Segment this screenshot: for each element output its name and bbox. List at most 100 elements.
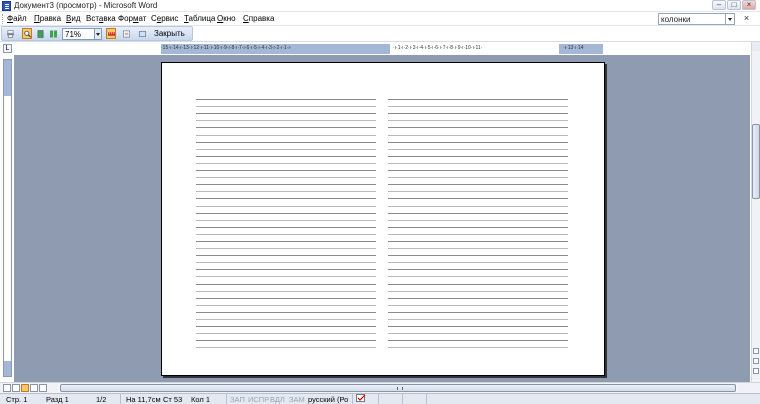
document-workspace[interactable] [14, 55, 750, 382]
menu-format[interactable]: Формат [118, 14, 146, 23]
zoom-value: 71% [65, 30, 82, 39]
document-line [388, 285, 568, 292]
full-screen-icon[interactable] [137, 28, 147, 39]
outline-view-icon[interactable] [30, 384, 38, 392]
print-icon[interactable] [5, 28, 15, 39]
document-line [196, 114, 376, 122]
horizontal-ruler-area: L ·15·ı·14·ı·13·ı·12·ı·11·ı·10·ı·9·ı·8·ı… [0, 42, 752, 55]
document-line [388, 306, 568, 313]
one-page-icon[interactable] [35, 28, 45, 39]
document-line [196, 292, 376, 299]
document-line [196, 277, 376, 285]
spelling-status-icon[interactable] [356, 394, 367, 404]
web-layout-icon[interactable] [12, 384, 20, 392]
help-search-input[interactable]: колонки [658, 13, 726, 25]
document-line [388, 128, 568, 136]
document-line [388, 114, 568, 122]
document-page[interactable] [161, 62, 605, 376]
status-track-changes[interactable]: ИСПР [248, 395, 269, 404]
view-ruler-icon[interactable] [106, 28, 116, 39]
title-bar: Документ3 (просмотр) - Microsoft Word – … [0, 0, 760, 12]
document-line [196, 93, 376, 101]
status-overtype[interactable]: ЗАМ [289, 395, 305, 404]
reading-layout-icon[interactable] [39, 384, 47, 392]
menu-grip[interactable] [2, 14, 5, 24]
help-search-dropdown-icon[interactable] [726, 13, 735, 25]
vertical-scrollbar[interactable] [751, 42, 760, 382]
print-layout-icon[interactable] [21, 384, 29, 392]
document-line [388, 228, 568, 235]
status-separator [402, 394, 403, 404]
document-line [388, 277, 568, 285]
status-page: Стр. 1 [6, 395, 28, 404]
word-app-icon[interactable] [2, 1, 11, 11]
document-line [196, 313, 376, 320]
previous-page-icon[interactable] [753, 348, 759, 354]
document-line [388, 178, 568, 186]
normal-view-icon[interactable] [3, 384, 11, 392]
horizontal-ruler[interactable]: ·15·ı·14·ı·13·ı·12·ı·11·ı·10·ı·9·ı·8·ı·7… [161, 44, 603, 54]
document-line [388, 221, 568, 228]
document-line [388, 327, 568, 335]
document-line [196, 228, 376, 235]
menu-bar: Файл Правка Вид Вставка Формат Сервис Та… [0, 12, 760, 26]
zoom-select[interactable]: 71% [62, 28, 102, 40]
menu-table[interactable]: Таблица [184, 14, 215, 23]
tab-selector-icon[interactable]: L [3, 44, 12, 53]
document-line [196, 285, 376, 292]
document-line [388, 299, 568, 306]
document-line [196, 214, 376, 221]
status-line: Ст 53 [163, 395, 183, 404]
document-line [196, 235, 376, 242]
document-line [196, 136, 376, 143]
maximize-button[interactable]: □ [727, 0, 741, 10]
menu-window[interactable]: Окно [217, 14, 236, 23]
document-line [388, 263, 568, 271]
menu-file[interactable]: Файл [7, 14, 27, 23]
status-language[interactable]: русский (Ро [308, 395, 348, 404]
close-preview-button[interactable]: Закрыть [152, 28, 187, 40]
status-separator [120, 394, 121, 404]
close-window-button[interactable]: × [742, 0, 756, 10]
status-separator [226, 394, 227, 404]
menu-help[interactable]: Справка [243, 14, 274, 23]
document-line [196, 157, 376, 164]
document-line [196, 171, 376, 179]
scroll-up-icon[interactable] [752, 42, 760, 51]
status-extend[interactable]: ВДЛ [270, 395, 285, 404]
document-line [388, 320, 568, 328]
document-line [388, 341, 568, 349]
menu-tools[interactable]: Сервис [151, 14, 178, 23]
multiple-pages-icon[interactable] [48, 28, 58, 39]
select-browse-object-icon[interactable] [753, 358, 759, 364]
menu-edit[interactable]: Правка [34, 14, 61, 23]
document-line [388, 199, 568, 207]
menu-insert[interactable]: Вставка [86, 14, 116, 23]
ruler-left-numbers: ·15·ı·14·ı·13·ı·12·ı·11·ı·10·ı·9·ı·8·ı·7… [161, 45, 292, 51]
menu-view[interactable]: Вид [66, 14, 80, 23]
document-line [388, 185, 568, 193]
ruler-right-numbers: ·ı·1·ı·2·ı·3·ı·4·ı·5·ı·6·ı·7·ı·8·ı·9·ı·1… [393, 45, 483, 51]
status-separator [378, 394, 379, 404]
document-line [388, 270, 568, 278]
shrink-to-fit-icon[interactable] [121, 28, 131, 39]
magnifier-icon[interactable] [22, 28, 32, 39]
vertical-ruler[interactable] [3, 59, 12, 377]
horizontal-scroll-thumb[interactable] [60, 384, 736, 392]
document-line [388, 136, 568, 143]
next-page-icon[interactable] [753, 368, 759, 374]
zoom-dropdown-icon[interactable] [94, 29, 101, 39]
document-line [196, 242, 376, 250]
vertical-scroll-thumb[interactable] [752, 124, 760, 199]
close-document-icon[interactable]: × [742, 14, 751, 23]
document-line [388, 171, 568, 179]
status-separator [352, 394, 353, 404]
status-rec[interactable]: ЗАП [230, 395, 245, 404]
status-separator [426, 394, 427, 404]
document-line [196, 199, 376, 207]
minimize-button[interactable]: – [712, 0, 726, 10]
document-line [388, 313, 568, 320]
document-line [388, 242, 568, 250]
document-line [196, 150, 376, 157]
window-title: Документ3 (просмотр) - Microsoft Word [14, 1, 158, 10]
